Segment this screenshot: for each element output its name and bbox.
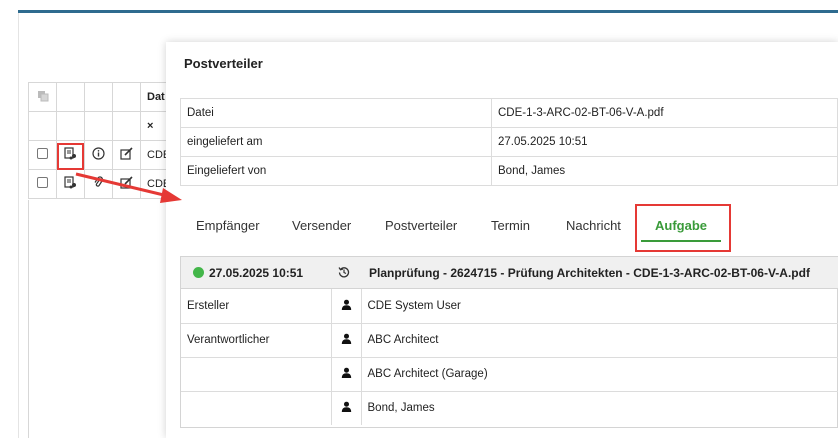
- table-row: Bond, James: [181, 391, 838, 425]
- info-label: Datei: [180, 98, 492, 128]
- user-icon: [341, 367, 351, 378]
- highlight-box-icon: [57, 143, 84, 170]
- modal-title: Postverteiler: [184, 56, 263, 71]
- participant-name: Bond, James: [367, 402, 435, 415]
- info-row: Datei CDE-1-3-ARC-02-BT-06-V-A.pdf: [180, 98, 838, 128]
- user-icon: [341, 333, 351, 344]
- participant-role: Ersteller: [181, 289, 332, 324]
- table-filter-row: ×: [28, 111, 173, 141]
- participant-role: [181, 357, 332, 392]
- info-label: Eingeliefert von: [180, 156, 492, 186]
- participant-role: Verantwortlicher: [181, 323, 332, 358]
- task-panel: 27.05.2025 10:51 Planprüfung - 2624715 -…: [180, 256, 838, 428]
- task-header[interactable]: 27.05.2025 10:51 Planprüfung - 2624715 -…: [181, 257, 838, 289]
- info-label: eingeliefert am: [180, 127, 492, 157]
- info-value: 27.05.2025 10:51: [491, 127, 838, 157]
- status-dot-icon: [193, 267, 204, 278]
- table-row: ABC Architect (Garage): [181, 357, 838, 392]
- tab-postverteiler[interactable]: Postverteiler: [385, 212, 457, 249]
- table-row: Ersteller CDE System User: [181, 289, 838, 324]
- info-value: CDE-1-3-ARC-02-BT-06-V-A.pdf: [491, 98, 838, 128]
- participant-name: ABC Architect (Garage): [361, 357, 838, 392]
- task-date: 27.05.2025 10:51: [209, 266, 304, 280]
- tab-termin[interactable]: Termin: [491, 212, 530, 249]
- distribution-modal: Postverteiler Datei CDE-1-3-ARC-02-BT-06…: [166, 42, 838, 438]
- select-all-cell[interactable]: [28, 82, 57, 112]
- task-participants: Ersteller CDE System User Verantwortlich…: [181, 289, 838, 425]
- table-row: CDE: [28, 169, 173, 199]
- table-header-row: Dat: [28, 82, 173, 112]
- participant-role: [181, 391, 332, 425]
- highlight-box-tab: [635, 204, 731, 252]
- tab-nachricht[interactable]: Nachricht: [566, 212, 621, 249]
- user-icon: [341, 401, 351, 413]
- edit-icon[interactable]: [120, 176, 133, 189]
- tab-empfaenger[interactable]: Empfänger: [196, 212, 260, 249]
- distribution-list-icon[interactable]: [64, 176, 77, 189]
- history-icon[interactable]: [338, 266, 350, 278]
- file-info-table: Datei CDE-1-3-ARC-02-BT-06-V-A.pdf einge…: [180, 98, 838, 186]
- table-row: CDE: [28, 140, 173, 170]
- task-title: Planprüfung - 2624715 - Prüfung Architek…: [369, 266, 810, 280]
- document-table: Dat × CDE CDE: [28, 82, 173, 199]
- tab-versender[interactable]: Versender: [292, 212, 351, 249]
- participant-name: ABC Architect: [361, 323, 838, 358]
- info-row: Eingeliefert von Bond, James: [180, 156, 838, 186]
- info-icon[interactable]: [92, 147, 105, 160]
- participant-name: CDE System User: [361, 289, 838, 324]
- table-border: [28, 200, 29, 438]
- row-checkbox[interactable]: [37, 177, 48, 188]
- info-value: Bond, James: [491, 156, 838, 186]
- info-row: eingeliefert am 27.05.2025 10:51: [180, 127, 838, 157]
- tab-bar: Empfänger Versender Postverteiler Termin…: [180, 212, 838, 249]
- user-icon: [341, 299, 351, 310]
- copy-icon: [37, 90, 48, 101]
- row-checkbox[interactable]: [37, 148, 48, 159]
- table-row: Verantwortlicher ABC Architect: [181, 323, 838, 358]
- paperclip-icon[interactable]: [92, 176, 105, 189]
- edit-icon[interactable]: [120, 147, 133, 160]
